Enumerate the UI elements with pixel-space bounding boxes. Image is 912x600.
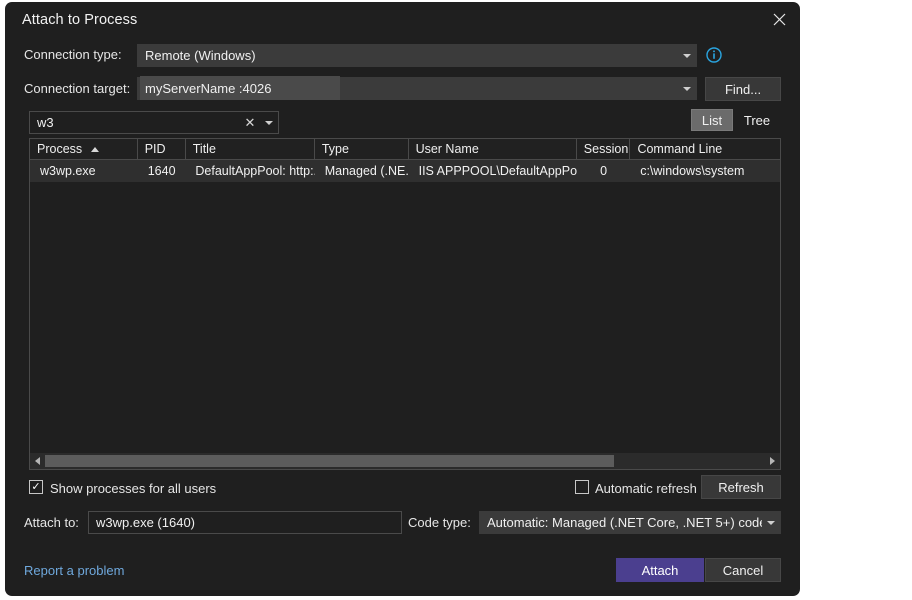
process-grid-body: w3wp.exe 1640 DefaultAppPool: http:... M… xyxy=(30,160,780,182)
show-all-users-label: Show processes for all users xyxy=(50,481,216,496)
cell-title: DefaultAppPool: http:... xyxy=(185,160,314,182)
column-header-process-label: Process xyxy=(37,142,82,156)
clear-icon[interactable]: ✕ xyxy=(240,116,260,129)
attach-to-input[interactable]: w3wp.exe (1640) xyxy=(88,511,402,534)
cell-command-line: c:\windows\system xyxy=(630,160,780,182)
automatic-refresh-checkbox[interactable] xyxy=(575,480,589,494)
refresh-button[interactable]: Refresh xyxy=(701,475,781,499)
connection-type-value: Remote (Windows) xyxy=(138,48,678,63)
sort-ascending-icon xyxy=(91,147,99,152)
info-icon[interactable] xyxy=(706,47,722,63)
connection-target-value: myServerName :4026 xyxy=(138,81,678,96)
table-row[interactable]: w3wp.exe 1640 DefaultAppPool: http:... M… xyxy=(30,160,780,182)
connection-target-label: Connection target: xyxy=(24,81,130,96)
cell-pid: 1640 xyxy=(138,160,186,182)
chevron-down-icon[interactable] xyxy=(260,121,278,125)
column-header-user-name[interactable]: User Name xyxy=(409,139,577,159)
attach-to-label: Attach to: xyxy=(24,515,79,530)
column-header-pid[interactable]: PID xyxy=(138,139,186,159)
cell-process: w3wp.exe xyxy=(30,160,138,182)
close-icon[interactable] xyxy=(766,7,792,31)
column-header-session[interactable]: Session xyxy=(577,139,631,159)
process-grid[interactable]: Process PID Title Type User Name Session… xyxy=(29,138,781,470)
scrollbar-thumb[interactable] xyxy=(45,455,614,467)
view-toggle-tree[interactable]: Tree xyxy=(735,109,779,131)
process-filter-value: w3 xyxy=(30,115,240,130)
scroll-left-icon[interactable] xyxy=(30,457,45,465)
scroll-right-icon[interactable] xyxy=(765,457,780,465)
show-all-users-checkbox[interactable]: ✓ xyxy=(29,480,43,494)
code-type-value: Automatic: Managed (.NET Core, .NET 5+) … xyxy=(480,515,762,530)
chevron-down-icon xyxy=(678,87,696,91)
find-button[interactable]: Find... xyxy=(705,77,781,101)
dialog-title: Attach to Process xyxy=(22,12,137,28)
connection-target-dropdown[interactable]: myServerName :4026 xyxy=(137,77,697,100)
column-header-type[interactable]: Type xyxy=(315,139,409,159)
chevron-down-icon xyxy=(678,54,696,58)
screen: Attach to Process Connection type: Remot… xyxy=(0,0,912,600)
column-header-process[interactable]: Process xyxy=(30,139,138,159)
connection-type-dropdown[interactable]: Remote (Windows) xyxy=(137,44,697,67)
grid-horizontal-scrollbar[interactable] xyxy=(30,453,780,469)
process-grid-header: Process PID Title Type User Name Session… xyxy=(30,139,780,160)
checkmark-icon: ✓ xyxy=(31,482,40,493)
connection-type-label: Connection type: xyxy=(24,47,122,62)
column-header-command-line[interactable]: Command Line xyxy=(630,139,780,159)
cell-type: Managed (.NE... xyxy=(315,160,409,182)
scrollbar-track[interactable] xyxy=(45,453,765,469)
attach-button[interactable]: Attach xyxy=(616,558,704,582)
cell-user-name: IIS APPPOOL\DefaultAppPool xyxy=(409,160,577,182)
report-a-problem-link[interactable]: Report a problem xyxy=(24,563,124,578)
automatic-refresh-label: Automatic refresh xyxy=(595,481,697,496)
cancel-button[interactable]: Cancel xyxy=(705,558,781,582)
code-type-dropdown[interactable]: Automatic: Managed (.NET Core, .NET 5+) … xyxy=(479,511,781,534)
cell-session: 0 xyxy=(577,160,630,182)
process-filter-input[interactable]: w3 ✕ xyxy=(29,111,279,134)
column-header-title[interactable]: Title xyxy=(186,139,315,159)
dialog-titlebar: Attach to Process xyxy=(5,2,800,38)
view-toggle-list[interactable]: List xyxy=(691,109,733,131)
chevron-down-icon xyxy=(762,521,780,525)
attach-to-process-dialog: Attach to Process Connection type: Remot… xyxy=(5,2,800,596)
code-type-label: Code type: xyxy=(408,515,471,530)
